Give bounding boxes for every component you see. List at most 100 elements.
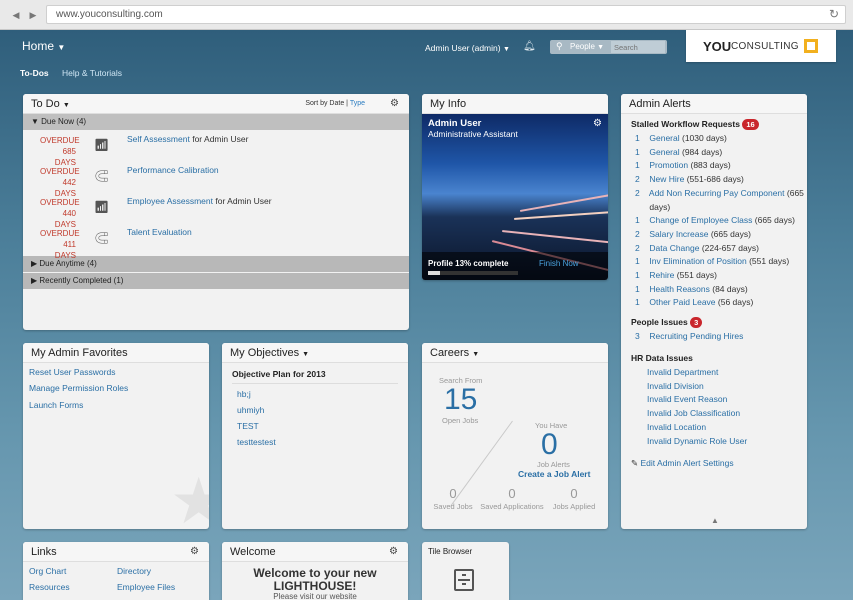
reload-icon[interactable]: ↻ [829,7,839,21]
favorite-link[interactable]: Reset User Passwords [29,367,115,377]
link-item[interactable]: Directory [117,566,151,576]
alert-link[interactable]: Health Reasons [649,284,709,294]
hr-issue-link[interactable]: Invalid Dynamic Role User [647,435,747,449]
hr-issue-link[interactable]: Invalid Division [647,380,704,394]
address-bar[interactable]: www.youconsulting.com ↻ [46,5,846,24]
alert-link[interactable]: Inv Elimination of Position [649,256,746,266]
sort-prefix: Sort by Date | [305,100,348,107]
gear-icon[interactable]: ⚙ [190,546,199,557]
alert-row[interactable]: 2 Salary Increase (665 days) [635,228,751,242]
alert-row[interactable]: 1 Change of Employee Class (665 days) [635,214,795,228]
alert-link[interactable]: Rehire [649,270,674,280]
links-header: Links [23,542,209,562]
alert-count: 1 [635,215,640,226]
sort-type-link[interactable]: Type [350,100,365,107]
finish-now-link[interactable]: Finish Now [539,259,579,268]
hr-issue-label[interactable]: Invalid Division [647,381,704,391]
gear-icon[interactable]: ⚙ [593,118,602,129]
alert-row[interactable]: 1 Health Reasons (84 days) [635,283,748,297]
scroll-up-icon[interactable]: ▲ [711,516,719,525]
hr-issue-link[interactable]: Invalid Department [647,366,718,380]
favorites-title: My Admin Favorites [31,347,128,359]
url-text[interactable]: www.youconsulting.com [56,9,163,20]
saved-applications-label[interactable]: Saved Applications [479,502,545,511]
user-menu[interactable]: Admin User (admin) ▼ [425,43,510,53]
search-scope-dropdown[interactable]: People ▼ [570,42,604,51]
todo-tile: To Do ▼ Sort by Date | Type ⚙ ▼ Due Now … [23,94,409,330]
alert-row[interactable]: 3 Recruiting Pending Hires [635,330,743,344]
hr-issue-link[interactable]: Invalid Event Reason [647,393,727,407]
open-jobs-count[interactable]: 15 [444,383,477,417]
favorite-link[interactable]: Launch Forms [29,400,83,410]
alert-row[interactable]: 2 New Hire (551-686 days) [635,173,744,187]
nav-help-tutorials[interactable]: Help & Tutorials [62,68,122,78]
bell-icon[interactable]: 🔔︎ [523,41,536,52]
alert-row[interactable]: 1 General (1030 days) [635,132,727,146]
create-job-alert-link[interactable]: Create a Job Alert [518,469,590,479]
hr-issue-link[interactable]: Invalid Job Classification [647,407,740,421]
recently-completed-section[interactable]: ▶ Recently Completed (1) [23,273,409,289]
hr-issue-label[interactable]: Invalid Job Classification [647,408,740,418]
objective-link[interactable]: uhmiyh [237,405,264,415]
alert-link[interactable]: Salary Increase [649,229,708,239]
hr-issue-label[interactable]: Invalid Dynamic Role User [647,436,747,446]
alert-row[interactable]: 1 Inv Elimination of Position (551 days) [635,255,789,269]
todo-link[interactable]: Talent Evaluation [127,227,192,237]
hr-issue-label[interactable]: Invalid Event Reason [647,394,727,404]
hr-issue-label[interactable]: Invalid Location [647,422,706,432]
profile-background-image: Admin User Administrative Assistant ⚙ Pr… [422,114,608,280]
objective-link[interactable]: TEST [237,421,259,431]
hr-issue-link[interactable]: Invalid Location [647,421,706,435]
alert-link[interactable]: Other Paid Leave [649,297,715,307]
alert-link[interactable]: General [649,133,679,143]
welcome-line-3: Please visit our website [273,592,357,600]
alert-row[interactable]: 2 Add Non Recurring Pay Component (665 [635,187,804,201]
alert-row[interactable]: 1 Rehire (551 days) [635,269,717,283]
objective-link[interactable]: testtestest [237,437,276,447]
alert-link[interactable]: Recruiting Pending Hires [649,331,743,341]
alert-row[interactable]: 1 Other Paid Leave (56 days) [635,296,753,310]
saved-jobs-label[interactable]: Saved Jobs [422,502,484,511]
careers-header[interactable]: Careers ▼ [422,343,608,363]
alert-link[interactable]: Promotion [649,160,688,170]
hr-issue-label[interactable]: Invalid Department [647,367,718,377]
alert-days: (224-657 days) [701,242,760,253]
alert-link[interactable]: Add Non Recurring Pay Component [649,188,785,198]
alert-row[interactable]: 2 Data Change (224-657 days) [635,242,759,256]
edit-alert-settings-link[interactable]: Edit Admin Alert Settings [641,458,734,468]
gear-icon[interactable]: ⚙ [389,546,398,557]
link-item[interactable]: Employee Files [117,582,175,592]
todo-link[interactable]: Performance Calibration [127,165,219,175]
alert-days: (84 days) [712,283,748,294]
home-menu[interactable]: Home ▼ [22,39,65,53]
due-now-section[interactable]: ▼ Due Now (4) [23,114,409,130]
back-icon[interactable]: ◀ [10,9,22,21]
gear-icon[interactable]: ⚙ [390,98,399,109]
jobs-applied-label[interactable]: Jobs Applied [544,502,604,511]
nav-todos[interactable]: To-Dos [20,68,49,78]
chevron-down-icon: ▼ [502,46,510,53]
job-alerts-count[interactable]: 0 [541,428,558,462]
alert-row[interactable]: 1 General (984 days) [635,146,722,160]
alert-link[interactable]: Data Change [649,243,699,253]
objectives-header[interactable]: My Objectives ▼ [222,343,408,363]
light-trail [501,230,608,244]
edit-alert-settings[interactable]: ✎ Edit Admin Alert Settings [631,458,734,469]
due-anytime-section[interactable]: ▶ Due Anytime (4) [23,256,409,272]
search-input[interactable] [611,41,665,53]
todo-link[interactable]: Employee Assessment [127,196,213,206]
alert-link[interactable]: New Hire [649,174,684,184]
objective-link[interactable]: hb;j [237,389,251,399]
link-item[interactable]: Org Chart [29,566,66,576]
favorite-link[interactable]: Manage Permission Roles [29,383,128,393]
alert-days: (56 days) [717,297,754,308]
profile-progress-bar: Profile 13% complete Finish Now [422,252,608,280]
alert-link[interactable]: Change of Employee Class [649,215,752,225]
todo-link[interactable]: Self Assessment [127,134,190,144]
alert-row[interactable]: 1 Promotion (883 days) [635,159,731,173]
forward-icon[interactable]: ▶ [27,9,39,21]
link-item[interactable]: Resources [29,582,70,592]
tile-browser-tile[interactable]: Tile Browser [422,542,509,600]
alert-link[interactable]: General [649,147,679,157]
welcome-title: Welcome [230,546,276,558]
